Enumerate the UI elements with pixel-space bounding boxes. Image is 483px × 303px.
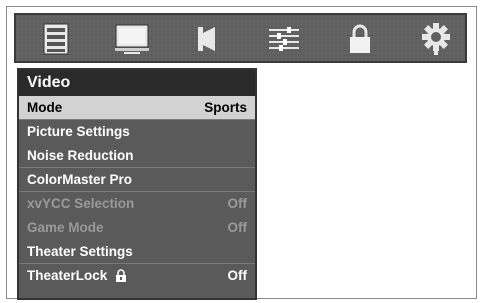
menu-item-value: Off bbox=[227, 196, 248, 211]
menu-item-xvycc-selection: xvYCC Selection Off bbox=[19, 192, 255, 216]
menu-item-label: xvYCC Selection bbox=[27, 196, 135, 211]
menu-item-mode[interactable]: Mode Sports bbox=[19, 96, 255, 120]
menu-item-label: Picture Settings bbox=[27, 124, 130, 139]
menu-item-theaterlock[interactable]: TheaterLock Off bbox=[19, 264, 255, 288]
menu-title: Video bbox=[19, 70, 255, 96]
menu-item-label: Mode bbox=[27, 100, 63, 115]
menu-item-noise-reduction[interactable]: Noise Reduction bbox=[19, 144, 255, 168]
menu-item-value: Off bbox=[227, 220, 248, 235]
menu-item-label: Theater Settings bbox=[27, 244, 133, 259]
menu-item-label: Game Mode bbox=[27, 220, 104, 235]
main-menu-icon-bar bbox=[14, 13, 467, 63]
menu-item-label: ColorMaster Pro bbox=[27, 172, 133, 187]
lock-icon[interactable] bbox=[338, 21, 382, 57]
menu-item-label: TheaterLock bbox=[27, 268, 108, 283]
audio-speaker-icon[interactable] bbox=[186, 21, 230, 57]
menu-item-label: Noise Reduction bbox=[27, 148, 134, 163]
menu-item-game-mode: Game Mode Off bbox=[19, 216, 255, 240]
menu-item-picture-settings[interactable]: Picture Settings bbox=[19, 120, 255, 144]
video-display-icon[interactable] bbox=[110, 21, 154, 57]
menu-item-value: Off bbox=[227, 268, 248, 283]
small-lock-icon bbox=[115, 266, 127, 290]
menu-item-colormaster-pro[interactable]: ColorMaster Pro bbox=[19, 168, 255, 192]
video-menu: Video Mode Sports Picture Settings Noise… bbox=[17, 68, 257, 300]
preferences-sliders-icon[interactable] bbox=[262, 21, 306, 57]
settings-gear-icon[interactable] bbox=[414, 21, 458, 57]
menu-item-theater-settings[interactable]: Theater Settings bbox=[19, 240, 255, 264]
menu-item-value: Sports bbox=[204, 100, 247, 115]
setup-list-icon[interactable] bbox=[34, 21, 78, 57]
